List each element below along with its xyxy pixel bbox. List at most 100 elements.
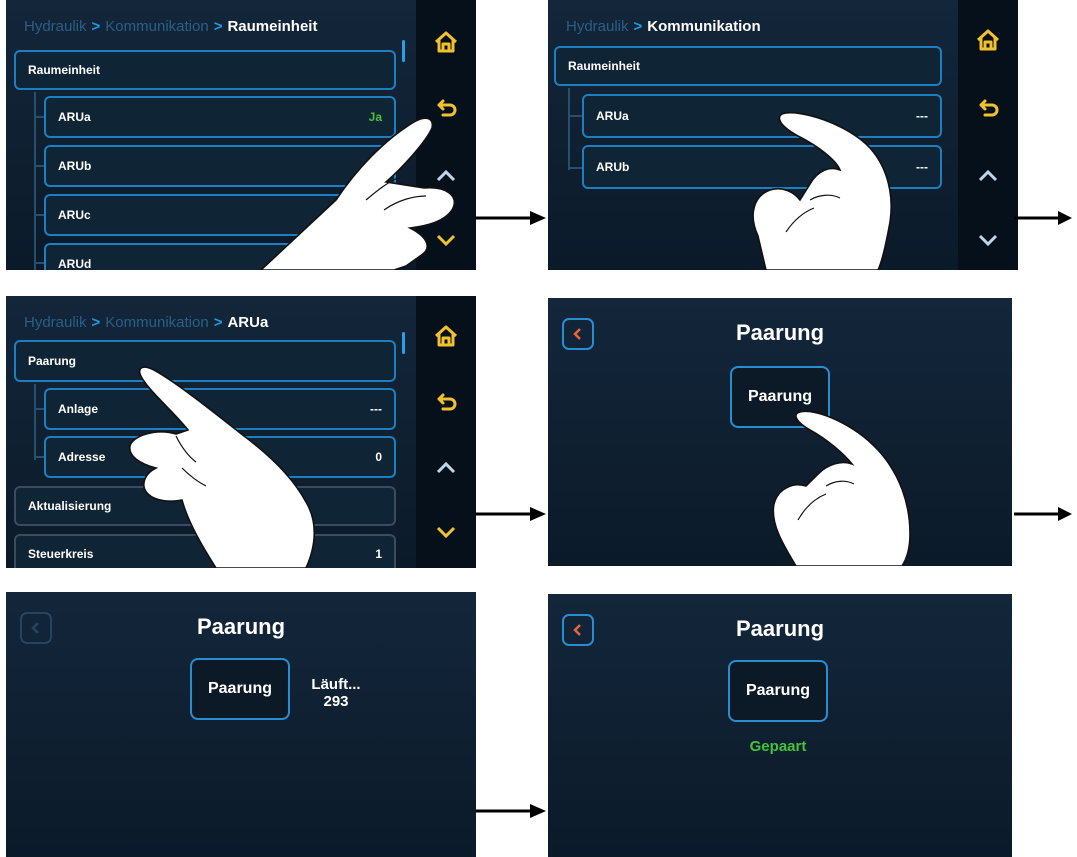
row-label: Aktualisierung xyxy=(28,499,112,513)
list-item-arub[interactable]: ARUb --- xyxy=(582,145,942,189)
tree-branch xyxy=(34,262,44,264)
header-row-raumeinheit[interactable]: Raumeinheit xyxy=(554,46,942,86)
breadcrumb-kommunikation[interactable]: Kommunikation xyxy=(105,314,208,331)
row-value: 0 xyxy=(375,450,382,464)
row-label: Raumeinheit xyxy=(28,63,101,77)
breadcrumb-separator-icon: > xyxy=(633,18,643,35)
home-button[interactable] xyxy=(428,318,464,354)
header-row-paarung[interactable]: Paarung xyxy=(14,340,396,382)
pairing-button[interactable]: Paarung xyxy=(730,366,830,428)
scroll-down-button[interactable] xyxy=(428,514,464,550)
breadcrumb-separator-icon: > xyxy=(91,314,101,331)
header-row-raumeinheit[interactable]: Raumeinheit xyxy=(14,50,396,90)
list-item-arub[interactable]: ARUb xyxy=(44,145,396,187)
list-item-arua[interactable]: ARUa Ja xyxy=(44,96,396,138)
sidebar xyxy=(958,0,1018,270)
breadcrumb-current: Raumeinheit xyxy=(227,18,318,35)
tree-line xyxy=(34,384,36,460)
page-title: Paarung xyxy=(735,616,825,641)
arrow-right-icon xyxy=(1014,211,1072,225)
chevron-up-icon xyxy=(978,169,998,182)
pairing-button[interactable]: Paarung xyxy=(190,658,290,720)
breadcrumb-separator-icon: > xyxy=(213,314,223,331)
status-running-label: Läuft... xyxy=(311,676,361,693)
pairing-button[interactable]: Paarung xyxy=(728,660,828,722)
arrow-right-icon xyxy=(476,507,546,521)
list-item-aruc[interactable]: ARUc xyxy=(44,194,396,236)
row-value: --- xyxy=(916,109,928,123)
screen-5-paarung-running: Paarung Paarung Läuft... 293 xyxy=(6,592,476,857)
chevron-down-icon xyxy=(436,526,456,539)
breadcrumb: Hydraulik > Kommunikation xyxy=(566,18,761,35)
list-item-adresse[interactable]: Adresse 0 xyxy=(44,436,396,478)
tree-branch xyxy=(34,456,44,458)
list-item-arud[interactable]: ARUd xyxy=(44,243,396,270)
breadcrumb-hydraulik[interactable]: Hydraulik xyxy=(24,18,87,35)
tree-branch xyxy=(568,115,582,117)
row-value: Ja xyxy=(368,110,382,124)
list-item-aktualisierung[interactable]: Aktualisierung xyxy=(14,486,396,526)
screen-2-kommunikation: Hydraulik > Kommunikation Raumeinheit ARUa… xyxy=(548,0,1018,270)
home-button[interactable] xyxy=(970,22,1006,58)
breadcrumb-separator-icon: > xyxy=(91,18,101,35)
tree-branch xyxy=(34,408,44,410)
row-label: Anlage xyxy=(58,402,99,416)
arrow-right-icon xyxy=(1014,507,1072,521)
page-title: Paarung xyxy=(196,614,286,639)
sidebar xyxy=(416,296,476,568)
breadcrumb-hydraulik[interactable]: Hydraulik xyxy=(566,18,629,35)
chevron-up-icon xyxy=(436,169,456,182)
scrollbar[interactable] xyxy=(402,40,405,62)
pairing-status-paired: Gepaart xyxy=(749,738,807,755)
return-button[interactable] xyxy=(428,384,464,420)
row-label: Raumeinheit xyxy=(568,59,641,73)
pointing-hand-illustration xyxy=(129,366,316,568)
breadcrumb-current: Kommunikation xyxy=(647,18,761,35)
status-countdown: 293 xyxy=(323,693,349,710)
pairing-status: Läuft... 293 xyxy=(306,676,366,710)
home-icon xyxy=(434,31,458,53)
row-value: 1 xyxy=(375,547,382,561)
breadcrumb-kommunikation[interactable]: Kommunikation xyxy=(105,18,208,35)
chevron-up-icon xyxy=(436,461,456,474)
row-label: ARUc xyxy=(58,208,91,222)
screen-4-paarung: Paarung Paarung xyxy=(548,298,1012,566)
home-button[interactable] xyxy=(428,24,464,60)
row-label: Adresse xyxy=(58,450,106,464)
scroll-up-button[interactable] xyxy=(428,450,464,486)
tree-branch xyxy=(34,214,44,216)
scroll-up-button[interactable] xyxy=(970,158,1006,194)
list-item-steuerkreis[interactable]: Steuerkreis 1 xyxy=(14,534,396,568)
page-title: Paarung xyxy=(735,320,825,345)
return-button[interactable] xyxy=(428,90,464,126)
home-icon xyxy=(434,325,458,347)
return-button[interactable] xyxy=(970,90,1006,126)
breadcrumb-hydraulik[interactable]: Hydraulik xyxy=(24,314,87,331)
tree-line xyxy=(34,92,36,270)
scroll-down-button[interactable] xyxy=(970,222,1006,258)
return-icon xyxy=(437,99,457,117)
scrollbar[interactable] xyxy=(402,332,405,354)
row-label: ARUb xyxy=(58,159,92,173)
screen-6-paarung-done: Paarung Paarung Gepaart xyxy=(548,594,1012,857)
screen-1-raumeinheit: Hydraulik > Kommunikation > Raumeinheit Raum… xyxy=(6,0,476,270)
return-icon xyxy=(979,99,999,117)
list-item-anlage[interactable]: Anlage --- xyxy=(44,388,396,430)
sidebar xyxy=(416,0,476,270)
breadcrumb: Hydraulik > Kommunikation > Raumeinheit xyxy=(24,18,317,35)
row-label: ARUa xyxy=(596,109,629,123)
row-label: ARUa xyxy=(58,110,91,124)
row-label: ARUb xyxy=(596,160,630,174)
arrow-right-icon xyxy=(476,211,546,225)
chevron-down-icon xyxy=(436,234,456,247)
chevron-down-icon xyxy=(978,234,998,247)
tree-branch xyxy=(34,116,44,118)
return-icon xyxy=(437,393,457,411)
scroll-up-button[interactable] xyxy=(428,158,464,194)
row-label: Paarung xyxy=(28,354,77,368)
breadcrumb-current: ARUa xyxy=(227,314,269,331)
screen-3-arua: Hydraulik > Kommunikation > ARUa Paarung Anl… xyxy=(6,296,476,568)
row-label: Steuerkreis xyxy=(28,547,94,561)
scroll-down-button[interactable] xyxy=(428,222,464,258)
list-item-arua[interactable]: ARUa --- xyxy=(582,94,942,138)
